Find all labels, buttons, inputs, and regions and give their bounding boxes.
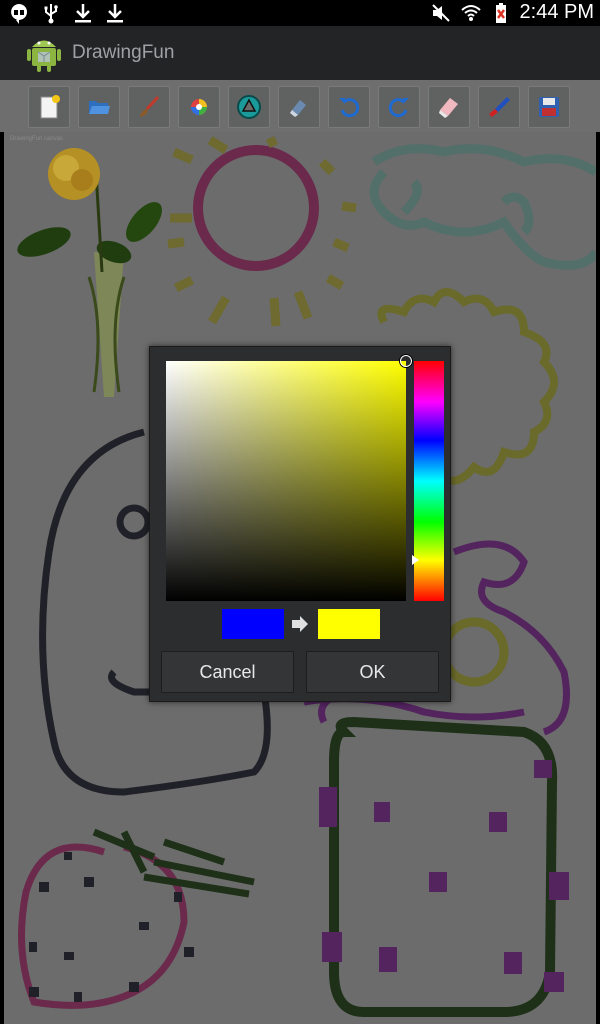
- marker-icon: [489, 97, 510, 117]
- open-folder-icon: [89, 101, 110, 114]
- toolbar: [0, 80, 600, 132]
- cloud-drawing: [369, 144, 596, 270]
- canvas-caption: DrawingFun canvas: [10, 136, 64, 142]
- hue-slider-handle[interactable]: [412, 555, 419, 565]
- hangouts-icon: [11, 4, 28, 24]
- new-file-icon: [40, 95, 60, 119]
- color-button[interactable]: [178, 86, 220, 128]
- new-file-button[interactable]: [28, 86, 70, 128]
- hue-slider[interactable]: [414, 361, 444, 601]
- android-icon[interactable]: [24, 34, 64, 74]
- eraser-button[interactable]: [278, 86, 320, 128]
- redo-button[interactable]: [378, 86, 420, 128]
- save-icon: [539, 97, 559, 117]
- ok-button[interactable]: OK: [306, 651, 439, 693]
- cancel-button[interactable]: Cancel: [161, 651, 294, 693]
- saturation-value-handle[interactable]: [400, 355, 412, 367]
- brush-button[interactable]: [128, 86, 170, 128]
- old-color-swatch[interactable]: [222, 609, 284, 639]
- undo-icon: [339, 98, 360, 118]
- shape-button[interactable]: [228, 86, 270, 128]
- eye-drawing: [116, 504, 152, 540]
- color-wheel-icon: [191, 99, 207, 115]
- strawberry-drawing: [18, 843, 188, 1009]
- clear-button[interactable]: [428, 86, 470, 128]
- brush-icon: [140, 95, 160, 117]
- app-title: DrawingFun: [72, 42, 175, 63]
- open-folder-button[interactable]: [78, 86, 120, 128]
- rose-vase-image: [17, 148, 162, 397]
- strawberry-leaves: [92, 828, 255, 898]
- sun-drawing: [167, 135, 357, 327]
- redo-icon: [388, 98, 409, 118]
- save-button[interactable]: [528, 86, 570, 128]
- color-picker-dialog: Cancel OK: [149, 346, 451, 702]
- download-icon: [107, 4, 123, 23]
- download-icon: [75, 4, 91, 23]
- usb-icon: [44, 4, 58, 24]
- marker-button[interactable]: [478, 86, 520, 128]
- undo-button[interactable]: [328, 86, 370, 128]
- status-time: 2:44 PM: [519, 1, 594, 23]
- wifi-icon: [460, 4, 481, 21]
- clear-icon: [439, 98, 458, 118]
- status-bar: 2:44 PM: [0, 0, 600, 26]
- shape-icon: [237, 95, 261, 119]
- mute-icon: [431, 3, 450, 22]
- box-dots: [319, 760, 569, 992]
- battery-icon: [495, 2, 506, 23]
- arrow-right-icon: [292, 616, 308, 632]
- new-color-swatch: [318, 609, 380, 639]
- saturation-value-square[interactable]: [166, 361, 406, 601]
- eraser-icon: [290, 100, 306, 117]
